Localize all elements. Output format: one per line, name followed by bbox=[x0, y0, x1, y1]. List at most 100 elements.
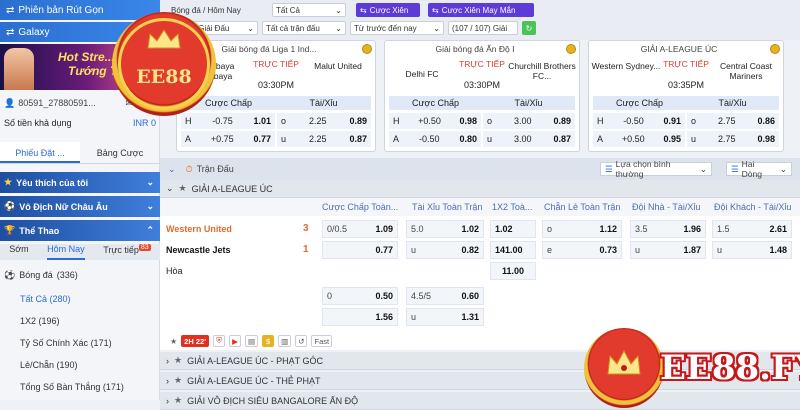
star-icon[interactable]: ★ bbox=[174, 395, 182, 406]
tab-bet-slip[interactable]: Phiếu Đặt ... bbox=[0, 142, 80, 163]
odds-side: u bbox=[717, 245, 723, 255]
market-correct-score[interactable]: Tỷ Số Chính Xác (171) bbox=[0, 332, 160, 354]
market-count: (190) bbox=[56, 360, 78, 370]
odds-price: 0.89 bbox=[349, 116, 367, 126]
star-icon[interactable]: ★ bbox=[174, 355, 182, 366]
odds-cell[interactable]: 141.00 bbox=[490, 241, 536, 259]
featured-match-card[interactable]: GIẢI A-LEAGUE ÚC Western Sydney... TRỰC … bbox=[588, 40, 784, 152]
odds-price: 1.56 bbox=[375, 312, 393, 322]
breadcrumb-text: Bóng đá / Hôm Nay bbox=[171, 5, 241, 15]
odds-cell[interactable]: u 1.31 bbox=[406, 308, 484, 326]
filter-time[interactable]: Từ trước đến nay ⌄ bbox=[350, 21, 444, 35]
odds-cell[interactable]: 1.02 bbox=[490, 220, 536, 238]
site-domain-text: EE88.FYI bbox=[660, 348, 800, 388]
parlay-button[interactable]: ⇆ Cược Xiên bbox=[356, 3, 420, 17]
odds-cell[interactable]: u 1.48 bbox=[712, 241, 792, 259]
tab-early[interactable]: Sớm bbox=[9, 244, 28, 260]
draw-label: Hòa bbox=[166, 266, 183, 276]
odds-cell[interactable]: A +0.50 0.95 bbox=[593, 131, 685, 147]
shield-icon[interactable]: ⛨ bbox=[213, 335, 225, 347]
section-favorites[interactable]: ★ Yêu thích của tôi ⌄ bbox=[0, 172, 160, 193]
away-score: 1 bbox=[303, 244, 309, 255]
odds-cell[interactable]: A -0.50 0.80 bbox=[389, 131, 481, 147]
odds-cell[interactable]: 1.5 2.61 bbox=[712, 220, 792, 238]
odds-cell[interactable]: 0 0.50 bbox=[322, 287, 398, 305]
fast-bet-button[interactable]: Fast bbox=[311, 335, 333, 347]
filter-select-all[interactable]: Tất Cả ⌄ bbox=[272, 3, 346, 17]
chevron-down-icon: ⌄ bbox=[699, 163, 707, 174]
odds-side: o bbox=[547, 224, 553, 234]
chevron-down-icon: ⌄ bbox=[166, 183, 174, 193]
odds-price: 1.87 bbox=[683, 245, 701, 255]
tab-today[interactable]: Hôm Nay bbox=[47, 244, 85, 260]
featured-match-card[interactable]: Giải bóng đá Ấn Độ I Delhi FC TRỰC TIẾP … bbox=[384, 40, 580, 152]
odds-cell[interactable]: e 0.73 bbox=[542, 241, 622, 259]
star-icon[interactable]: ★ bbox=[174, 375, 182, 386]
odds-cell[interactable]: o 2.75 0.86 bbox=[687, 113, 779, 129]
market-count: (196) bbox=[38, 316, 60, 326]
odds-cell[interactable]: u 0.82 bbox=[406, 241, 484, 259]
document-icon[interactable]: ▤ bbox=[245, 335, 259, 347]
odds-cell[interactable]: 0/0.5 1.09 bbox=[322, 220, 398, 238]
odds-cell[interactable]: 4.5/5 0.60 bbox=[406, 287, 484, 305]
odds-cell[interactable]: u 3.00 0.87 bbox=[483, 131, 575, 147]
chevron-down-icon: ⌄ bbox=[247, 23, 254, 33]
odds-cell[interactable]: H -0.50 0.91 bbox=[593, 113, 685, 129]
odds-cell[interactable]: u 1.87 bbox=[630, 241, 706, 259]
odds-cell[interactable]: 3.5 1.96 bbox=[630, 220, 706, 238]
odds-cell[interactable]: 5.0 1.02 bbox=[406, 220, 484, 238]
league-header[interactable]: › ★ GIẢI VÔ ĐỊCH SIÊU BANGALORE ẤN ĐỘ bbox=[160, 392, 800, 410]
card-odds-row: H +0.50 0.98 o 3.00 0.89 bbox=[389, 113, 575, 129]
view-select[interactable]: ☰ Hai Dòng ⌄ bbox=[726, 159, 792, 179]
compact-version-button[interactable]: ⇄ Phiên bản Rút Gọn bbox=[0, 0, 160, 20]
odds-line: +0.50 bbox=[621, 134, 645, 144]
odds-line: -0.75 bbox=[212, 116, 233, 126]
coin-icon[interactable]: $ bbox=[262, 335, 275, 347]
odds-cell[interactable]: u 2.75 0.98 bbox=[687, 131, 779, 147]
collapse-icon[interactable]: ⌄ bbox=[168, 164, 176, 175]
market-all[interactable]: Tất Cả (280) bbox=[0, 288, 160, 310]
odds-cell[interactable]: o 2.25 0.89 bbox=[277, 113, 371, 129]
play-icon[interactable]: ▶ bbox=[229, 335, 241, 347]
star-icon: ★ bbox=[4, 177, 13, 187]
card-odds-header: Cược Chấp Tài/Xỉu bbox=[181, 96, 371, 110]
odds-price: 0.77 bbox=[375, 245, 393, 255]
filter-matches[interactable]: Tất cả trận đấu ⌄ bbox=[262, 21, 346, 35]
odds-cell[interactable]: H +0.50 0.98 bbox=[389, 113, 481, 129]
odds-cell[interactable]: H -0.75 1.01 bbox=[181, 113, 275, 129]
odds-cell[interactable]: A +0.75 0.77 bbox=[181, 131, 275, 147]
sport-count: (336) bbox=[56, 270, 78, 280]
history-icon[interactable]: ↺ bbox=[295, 335, 308, 347]
odds-cell[interactable]: 0.77 bbox=[322, 241, 398, 259]
banner-image bbox=[4, 48, 34, 90]
league-header[interactable]: ⌄ ★ GIẢI A-LEAGUE ÚC bbox=[160, 180, 800, 198]
card-home-team: Delhi FC bbox=[405, 69, 439, 79]
market-odd-even[interactable]: Lẻ/Chẵn (190) bbox=[0, 354, 160, 376]
odds-cell[interactable]: 1.56 bbox=[322, 308, 398, 326]
odds-cell[interactable]: u 2.25 0.87 bbox=[277, 131, 371, 147]
tab-bet-table[interactable]: Bảng Cược bbox=[80, 142, 160, 163]
odds-side: A bbox=[393, 134, 400, 144]
refresh-button[interactable]: ↻ bbox=[522, 21, 536, 35]
tab-live[interactable]: Trực tiếp 83 bbox=[103, 244, 151, 260]
stats-icon[interactable]: ▥ bbox=[278, 335, 292, 347]
sort-select[interactable]: ☰ Lựa chọn bình thường ⌄ bbox=[600, 159, 712, 179]
odds-price: 0.80 bbox=[459, 134, 477, 144]
odds-cell[interactable]: 11.00 bbox=[490, 262, 536, 280]
section-womens-euro[interactable]: ⚽ Vô Địch Nữ Châu Âu ⌄ bbox=[0, 196, 160, 217]
star-icon[interactable]: ★ bbox=[170, 337, 177, 346]
odds-line: -0.50 bbox=[623, 116, 644, 126]
lucky-parlay-button[interactable]: ⇆ Cược Xiên May Mắn bbox=[428, 3, 534, 17]
events-header: ⌄ ⏱ Trận Đấu ☰ Lựa chọn bình thường ⌄ ☰ … bbox=[160, 158, 800, 180]
odds-side: u bbox=[635, 245, 641, 255]
market-1x2[interactable]: 1X2 (196) bbox=[0, 310, 160, 332]
galaxy-label: Galaxy bbox=[18, 26, 50, 38]
market-total-goals[interactable]: Tổng Số Bàn Thắng (171) bbox=[0, 376, 160, 398]
section-sports[interactable]: 🏆 Thể Thao ⌃ bbox=[0, 220, 160, 241]
sport-football[interactable]: ⚽ Bóng đá (336) bbox=[0, 264, 160, 286]
crown-icon bbox=[147, 29, 181, 49]
filter-select-all-label: Tất Cả bbox=[276, 5, 301, 15]
odds-cell[interactable]: o 1.12 bbox=[542, 220, 622, 238]
star-icon[interactable]: ★ bbox=[179, 183, 187, 194]
odds-cell[interactable]: o 3.00 0.89 bbox=[483, 113, 575, 129]
